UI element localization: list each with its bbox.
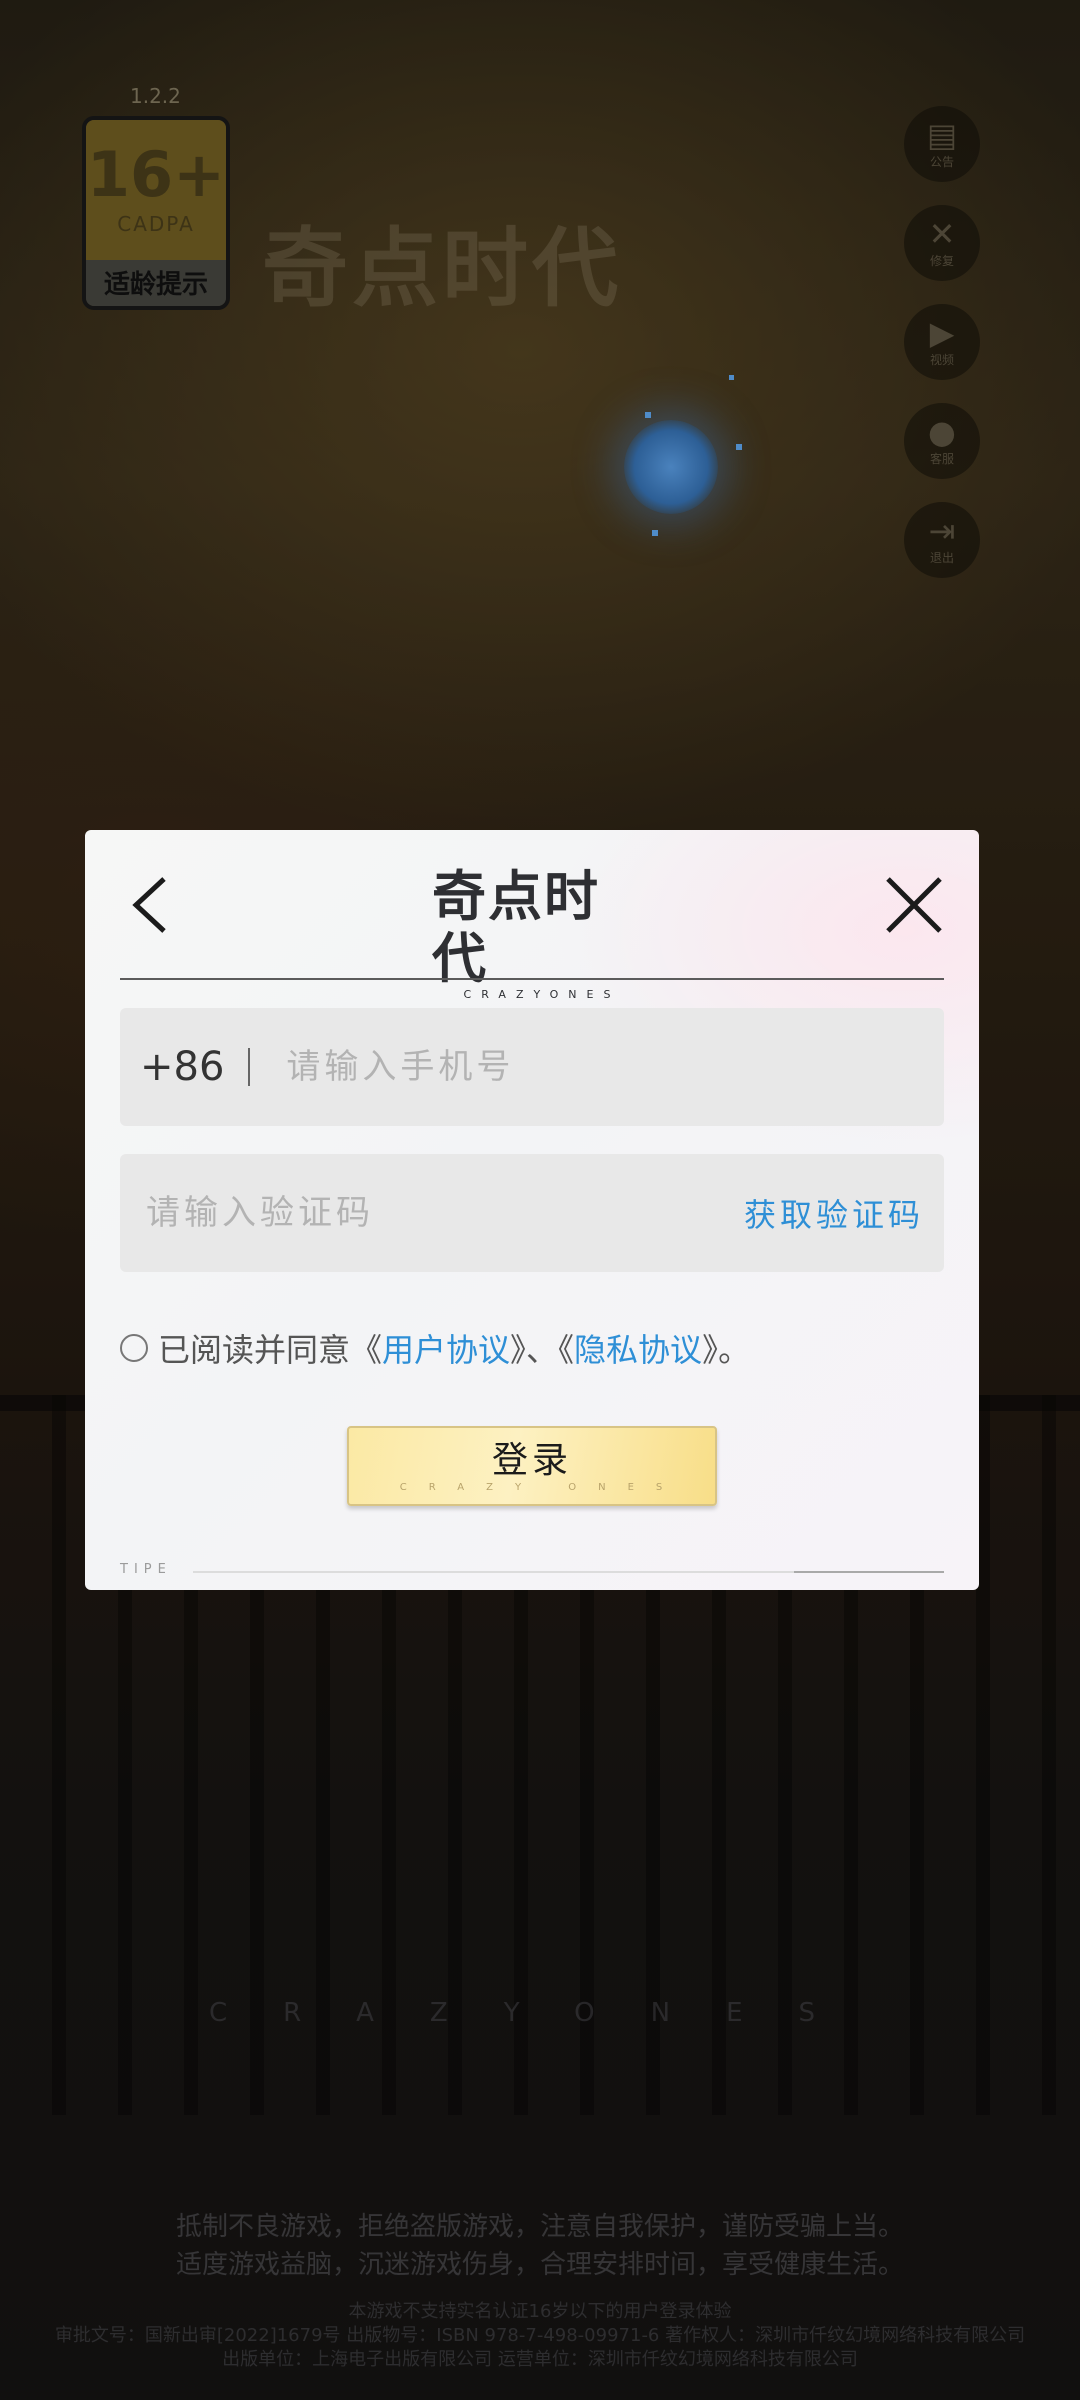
close-icon — [886, 877, 942, 933]
user-agreement-link[interactable]: 用户协议 — [382, 1325, 510, 1371]
legal-notice: 本游戏不支持实名认证16岁以下的用户登录体验 审批文号：国新出审[2022]16… — [0, 2300, 1080, 2372]
video-button[interactable]: ▶ 视频 — [904, 304, 980, 380]
service-button[interactable]: ● 客服 — [904, 403, 980, 479]
dialog-game-logo: 奇点时代 CRAZYONES — [432, 866, 652, 1002]
country-code-prefix[interactable]: +86 — [140, 1044, 224, 1090]
legal-line: 本游戏不支持实名认证16岁以下的用户登录体验 — [348, 2301, 732, 2322]
notice-label: 公告 — [929, 154, 954, 169]
age-rating-badge[interactable]: 16+ CADPA 适龄提示 — [82, 116, 230, 310]
login-button[interactable]: 登录 CRAZY ONES — [347, 1426, 717, 1506]
verification-code-field: 获取验证码 — [120, 1154, 944, 1272]
phone-input[interactable] — [286, 1047, 944, 1087]
legal-line: 出版单位：上海电子出版有限公司 运营单位：深圳市仟纹幻境网络科技有限公司 — [222, 2349, 858, 2370]
agreement-row: 已阅读并同意《 用户协议 》、《 隐私协议 》。 — [120, 1326, 750, 1370]
service-icon: ● — [928, 412, 956, 451]
phone-field: +86 — [120, 1008, 944, 1126]
tipe-divider — [193, 1571, 944, 1573]
side-button-column: ▤ 公告 ✕ 修复 ▶ 视频 ● 客服 ⇥ 退出 — [904, 106, 980, 601]
login-dialog: 奇点时代 CRAZYONES +86 获取验证码 已阅读并同意《 用户协议 》、… — [85, 830, 979, 1590]
dialog-divider — [120, 978, 944, 980]
dialog-logo-text: 奇点时代 — [432, 865, 600, 990]
background-game-logo: 奇点时代 — [262, 219, 622, 319]
age-rating-label: 适龄提示 — [86, 260, 226, 306]
repair-icon: ✕ — [928, 214, 956, 253]
agreement-text-after: 》。 — [702, 1331, 751, 1369]
health-notice-line: 抵制不良游戏，拒绝盗版游戏，注意自我保护，谨防受骗上当。 — [175, 2212, 904, 2242]
sparkle-decoration — [645, 412, 651, 418]
logout-icon: ⇥ — [928, 511, 956, 550]
health-notice: 抵制不良游戏，拒绝盗版游戏，注意自我保护，谨防受骗上当。 适度游戏益脑，沉迷游戏… — [0, 2208, 1080, 2284]
agreement-checkbox[interactable] — [120, 1334, 148, 1362]
age-rating-org: CADPA — [117, 212, 195, 236]
dialog-logo-subtext: CRAZYONES — [463, 988, 621, 1001]
glowing-orb-decoration — [624, 420, 718, 514]
tipe-divider-accent — [794, 1571, 944, 1573]
get-code-button[interactable]: 获取验证码 — [744, 1190, 924, 1236]
sparkle-decoration — [736, 444, 742, 450]
sparkle-decoration — [652, 530, 658, 536]
privacy-policy-link[interactable]: 隐私协议 — [574, 1325, 702, 1371]
notice-button[interactable]: ▤ 公告 — [904, 106, 980, 182]
field-separator — [248, 1048, 251, 1086]
repair-button[interactable]: ✕ 修复 — [904, 205, 980, 281]
back-button[interactable] — [115, 870, 185, 940]
video-icon: ▶ — [929, 313, 955, 352]
agreement-text-middle: 》、《 — [510, 1331, 575, 1369]
health-notice-line: 适度游戏益脑，沉迷游戏伤身，合理安排时间，享受健康生活。 — [175, 2250, 904, 2280]
repair-label: 修复 — [929, 253, 954, 268]
logout-label: 退出 — [929, 550, 954, 565]
login-button-label: 登录 — [491, 1439, 572, 1481]
background-brand-line: CRAZYONES — [208, 1998, 872, 2028]
agreement-text-before: 已阅读并同意《 — [158, 1331, 383, 1369]
notice-icon: ▤ — [926, 115, 958, 154]
chevron-left-icon — [132, 877, 166, 933]
login-button-sublabel: CRAZY ONES — [399, 1481, 685, 1493]
close-button[interactable] — [879, 870, 949, 940]
service-label: 客服 — [929, 451, 954, 466]
age-rating-number: 16+ — [86, 138, 226, 211]
verification-code-input[interactable] — [146, 1193, 744, 1233]
version-label: 1.2.2 — [130, 84, 181, 108]
sparkle-decoration — [729, 375, 734, 380]
legal-line: 审批文号：国新出审[2022]1679号 出版物号：ISBN 978-7-498… — [54, 2325, 1026, 2346]
tipe-tag: TIPE — [120, 1562, 172, 1577]
video-label: 视频 — [929, 352, 954, 367]
logout-button[interactable]: ⇥ 退出 — [904, 502, 980, 578]
